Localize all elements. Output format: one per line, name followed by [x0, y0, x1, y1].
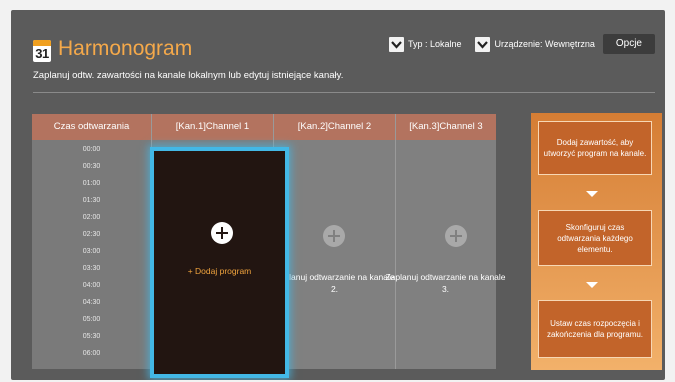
time-label: 04:30: [82, 299, 101, 306]
type-dropdown-label: Typ : Lokalne: [407, 39, 462, 49]
time-label: 00:00: [82, 146, 101, 153]
device-dropdown-label: Urządzenie: Wewnętrzna: [494, 39, 595, 49]
arrow-down-icon: [586, 191, 598, 197]
time-label: 05:30: [82, 333, 101, 340]
calendar-icon: 31: [33, 40, 51, 62]
chevron-down-icon: [475, 36, 491, 52]
toolbar: Typ : Lokalne Urządzenie: Wewnętrzna Opc…: [388, 34, 655, 54]
time-label: 05:00: [82, 316, 101, 323]
time-label: 03:00: [82, 248, 101, 255]
channel-3-header[interactable]: [Kan.3]Channel 3: [396, 114, 496, 140]
time-column: 00:00 00:30 01:00 01:30 02:00 02:30 03:0…: [32, 140, 151, 369]
guide-step-1: Dodaj zawartość, aby utworzyć program na…: [538, 121, 652, 175]
time-label: 01:00: [82, 180, 101, 187]
arrow-down-icon: [586, 282, 598, 288]
channel-3-column[interactable]: Zaplanuj odtwarzanie na kanale 3.: [385, 140, 506, 369]
guide-panel: Dodaj zawartość, aby utworzyć program na…: [531, 113, 662, 370]
time-label: 06:00: [82, 350, 101, 357]
add-icon: [211, 222, 233, 244]
page-title: Harmonogram: [58, 37, 193, 60]
channel-2-column[interactable]: Zaplanuj odtwarzanie na kanale 2.: [274, 140, 395, 369]
channel-2-header[interactable]: [Kan.2]Channel 2: [274, 114, 395, 140]
guide-step-2: Skonfiguruj czas odtwarzania każdego ele…: [538, 210, 652, 266]
time-label: 00:30: [82, 163, 101, 170]
schedule-screen: 31 Harmonogram Zaplanuj odtw. zawartości…: [11, 10, 665, 380]
channel-2-hint: Zaplanuj odtwarzanie na kanale 2.: [274, 272, 395, 294]
options-button[interactable]: Opcje: [602, 34, 655, 54]
time-label: 03:30: [82, 265, 101, 272]
add-program-label: + Dodaj program: [187, 266, 252, 276]
type-dropdown[interactable]: Typ : Lokalne: [388, 36, 462, 52]
device-dropdown[interactable]: Urządzenie: Wewnętrzna: [475, 36, 595, 52]
calendar-icon-day: 31: [35, 46, 49, 61]
header-divider: [33, 92, 655, 93]
time-label: 01:30: [82, 197, 101, 204]
chevron-down-icon: [388, 36, 404, 52]
guide-step-3: Ustaw czas rozpoczęcia i zakończenia dla…: [538, 300, 652, 358]
add-icon: [445, 225, 467, 247]
channel-1-add-program-cell[interactable]: + Dodaj program: [150, 147, 289, 378]
add-icon: [323, 225, 345, 247]
time-label: 02:00: [82, 214, 101, 221]
time-column-header: Czas odtwarzania: [32, 114, 151, 140]
channel-1-header[interactable]: [Kan.1]Channel 1: [152, 114, 273, 140]
time-label: 02:30: [82, 231, 101, 238]
page-subtitle: Zaplanuj odtw. zawartości na kanale loka…: [33, 70, 344, 81]
time-label: 04:00: [82, 282, 101, 289]
channel-3-hint: Zaplanuj odtwarzanie na kanale 3.: [385, 272, 506, 294]
